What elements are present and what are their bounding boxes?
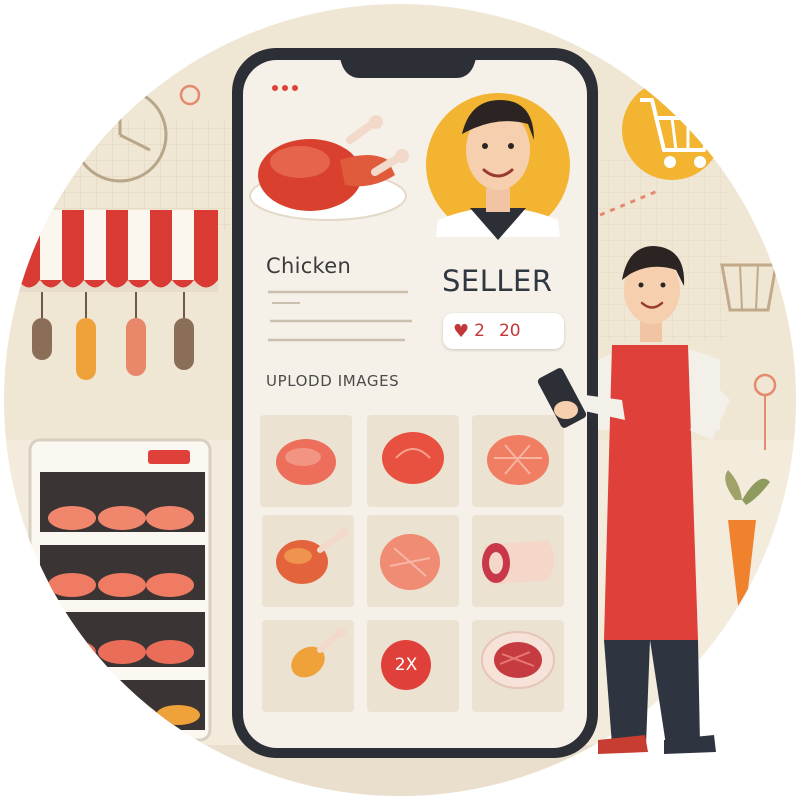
pork-cut-icon [482, 540, 554, 585]
seller-avatar [426, 93, 570, 240]
seller-label: SELLER [442, 264, 553, 298]
beef-cut-icon [481, 631, 555, 689]
ham-slice-icon [380, 534, 440, 590]
image-tile[interactable] [262, 515, 354, 607]
image-tile[interactable] [367, 415, 459, 507]
image-tile[interactable] [262, 620, 354, 712]
shop-awning [18, 210, 218, 292]
image-tile[interactable] [260, 415, 352, 507]
shopping-cart-icon [622, 80, 722, 180]
multiplier-badge[interactable]: 2X [381, 640, 431, 690]
meat-slice-icon [276, 439, 336, 485]
heart-icon: ♥ [453, 320, 470, 342]
stats-badge[interactable]: ♥ 2 20 [443, 313, 564, 349]
image-tile[interactable] [367, 515, 459, 607]
image-tile[interactable] [472, 620, 564, 712]
likes-count: 2 [474, 321, 485, 341]
item-count: 20 [498, 321, 521, 341]
product-title: Chicken [266, 254, 352, 278]
steak-icon [382, 432, 444, 484]
image-tile[interactable] [472, 415, 564, 507]
meat-display-case [28, 438, 212, 742]
salmon-steak-icon [487, 435, 549, 485]
image-tile[interactable] [472, 515, 564, 607]
upload-images-label[interactable]: UPLODD IMAGES [266, 372, 399, 390]
